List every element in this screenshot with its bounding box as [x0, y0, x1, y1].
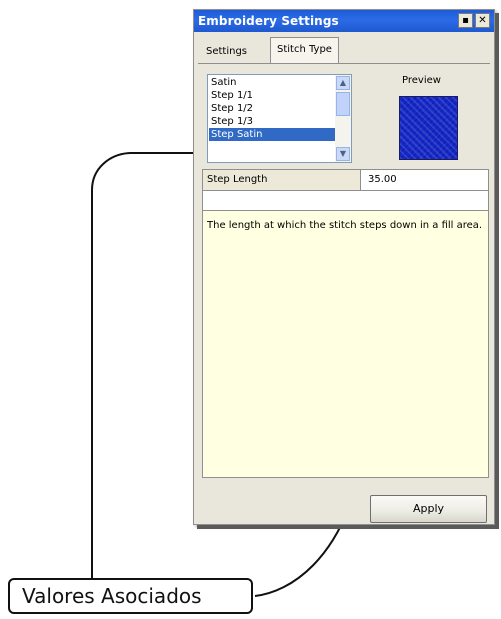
property-row: Step Length 35.00 [202, 169, 489, 191]
close-icon[interactable]: ✕ [475, 13, 490, 28]
list-item[interactable]: Step 1/3 [209, 115, 335, 128]
tab-stitch-type[interactable]: Stitch Type [270, 37, 339, 63]
list-item[interactable]: Step 1/1 [209, 89, 335, 102]
list-item[interactable]: Satin [209, 76, 335, 89]
blank-property-row [202, 191, 489, 210]
property-value-field[interactable]: 35.00 [362, 170, 488, 190]
list-scrollbar[interactable]: ▲ ▼ [335, 75, 351, 162]
pin-icon[interactable]: ▪ [458, 13, 473, 28]
arrow-to-list [91, 153, 201, 583]
tab-settings[interactable]: Settings [201, 43, 252, 63]
list-item-selected[interactable]: Step Satin [209, 128, 335, 141]
scroll-up-icon[interactable]: ▲ [336, 76, 350, 90]
stitch-type-list[interactable]: Satin Step 1/1 Step 1/2 Step 1/3 Step Sa… [207, 74, 352, 163]
annotation-callout: Valores Asociados [8, 578, 253, 614]
list-item[interactable]: Step 1/2 [209, 102, 335, 115]
window-title: Embroidery Settings [198, 14, 339, 28]
property-description: The length at which the stitch steps dow… [202, 210, 489, 478]
apply-button[interactable]: Apply [370, 495, 487, 523]
property-name: Step Length [203, 170, 361, 190]
scroll-thumb[interactable] [336, 92, 350, 116]
embroidery-settings-panel: Embroidery Settings ▪ ✕ Settings Stitch … [193, 9, 495, 525]
preview-label: Preview [402, 75, 441, 86]
scroll-down-icon[interactable]: ▼ [336, 147, 350, 161]
title-bar[interactable]: Embroidery Settings ▪ ✕ [194, 10, 494, 32]
tab-divider [198, 63, 490, 64]
preview-swatch [399, 96, 458, 160]
